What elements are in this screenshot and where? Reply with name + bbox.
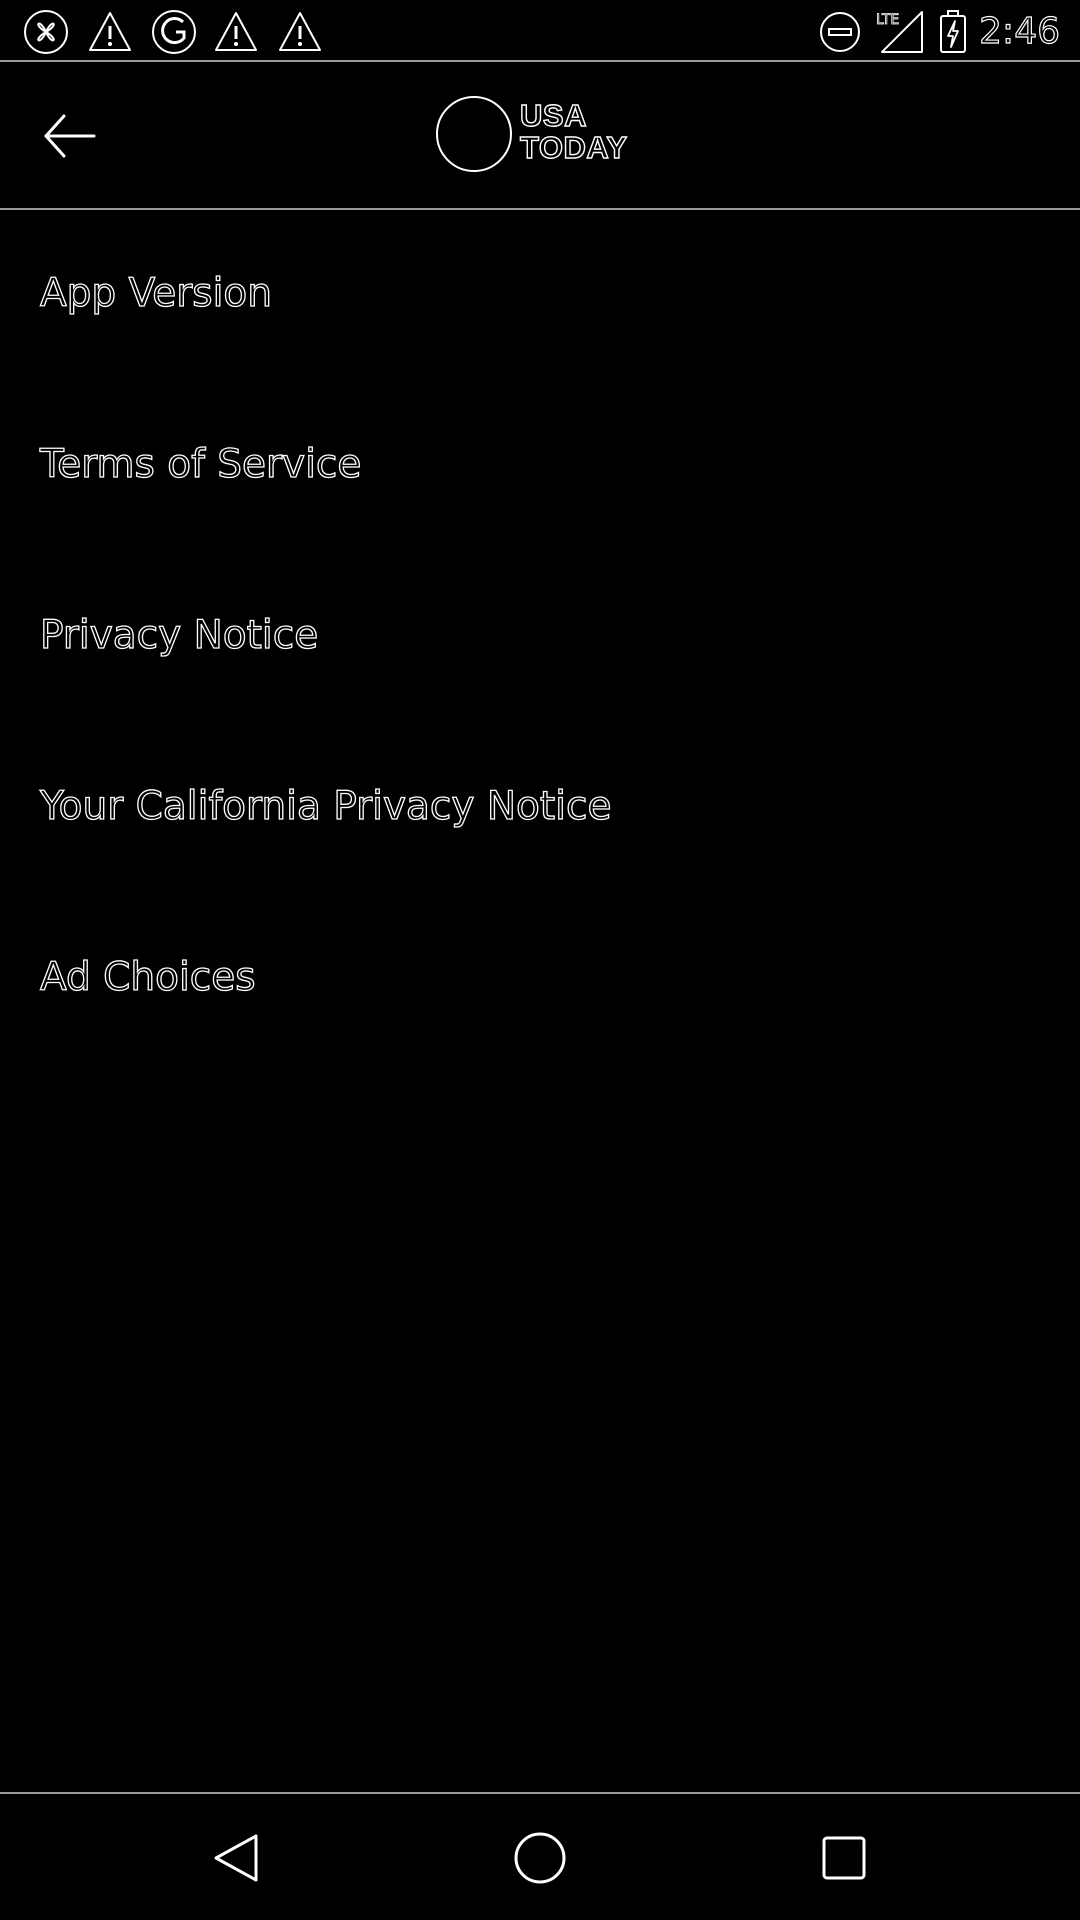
system-navigation-bar <box>0 1792 1080 1920</box>
gannett-g-icon <box>150 8 198 56</box>
do-not-disturb-icon <box>816 8 864 56</box>
menu-item-label: Ad Choices <box>39 954 256 1000</box>
menu-item-label: Terms of Service <box>39 441 362 487</box>
logo-text-today: TODAY <box>519 130 628 165</box>
lte-label: LTE <box>876 12 899 28</box>
app-bar: USA TODAY <box>0 62 1080 210</box>
battery-charging-icon <box>936 8 970 56</box>
menu-item-label: Privacy Notice <box>39 612 319 658</box>
menu-item-terms-of-service[interactable]: Terms of Service <box>0 401 1080 572</box>
usa-today-logo: USA TODAY <box>436 96 646 174</box>
warning-icon <box>212 8 260 56</box>
warning-icon <box>86 8 134 56</box>
nav-back-icon <box>214 1834 258 1882</box>
menu-item-ad-choices[interactable]: Ad Choices <box>0 914 1080 1085</box>
settings-menu-list: App Version Terms of Service Privacy Not… <box>0 230 1080 1085</box>
warning-icon <box>276 8 324 56</box>
status-time: 2:46 <box>979 10 1061 52</box>
logo-text-usa: USA <box>519 98 587 133</box>
arrow-back-icon <box>44 114 96 158</box>
menu-item-privacy-notice[interactable]: Privacy Notice <box>0 572 1080 743</box>
nav-home-icon <box>514 1832 566 1884</box>
menu-item-california-privacy-notice[interactable]: Your California Privacy Notice <box>0 743 1080 914</box>
back-button[interactable] <box>36 104 108 168</box>
status-bar: LTE 2:46 <box>0 0 1080 62</box>
nav-recents-button[interactable] <box>804 1818 884 1898</box>
nav-back-button[interactable] <box>198 1818 278 1898</box>
app-notification-icon <box>22 8 70 56</box>
logo-circle <box>436 96 512 172</box>
lte-signal-icon: LTE <box>874 8 926 56</box>
menu-item-app-version[interactable]: App Version <box>0 230 1080 401</box>
menu-item-label: App Version <box>39 270 273 316</box>
nav-home-button[interactable] <box>500 1818 580 1898</box>
menu-item-label: Your California Privacy Notice <box>39 783 612 829</box>
nav-recents-icon <box>822 1836 866 1880</box>
